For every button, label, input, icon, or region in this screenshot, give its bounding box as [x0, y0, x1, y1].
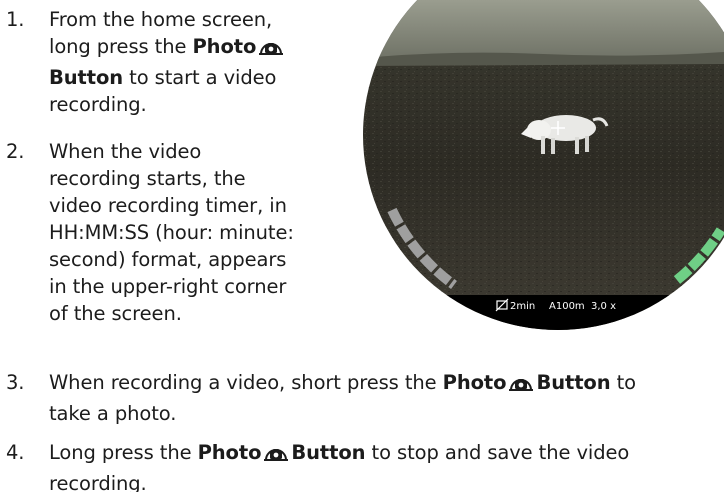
step-line: When recording a video, short press the … — [49, 369, 636, 400]
step-line: long press the Photo — [49, 33, 286, 64]
step-text: When the video recording starts, the video… — [49, 138, 294, 327]
step-4: 4. Long press the Photo Button to stop an… — [6, 439, 724, 492]
bold-term: Photo — [192, 35, 257, 58]
bold-term: Button — [291, 441, 366, 464]
scope-image: 2min A100m 3,0 x — [363, 0, 724, 330]
step-line: HH:MM:SS (hour: minute: — [49, 219, 294, 246]
bold-term: Photo — [442, 371, 507, 394]
bold-term: Photo — [197, 441, 262, 464]
thermal-scope-view: 2min A100m 3,0 x — [363, 0, 724, 330]
step-number: 3. — [6, 371, 25, 394]
step-line: When the video — [49, 138, 294, 165]
status-bar — [363, 295, 724, 330]
manual-page: 1. From the home screen, long press the P… — [0, 0, 724, 492]
text-run: to — [610, 371, 636, 394]
text-run: of the screen. — [49, 302, 182, 325]
step-1: 1. From the home screen, long press the P… — [6, 6, 346, 120]
range-label: A100m — [549, 301, 585, 312]
text-run: to start a video — [123, 66, 277, 89]
text-run: When recording a video, short press the — [49, 371, 443, 394]
text-run: second) format, appears — [49, 248, 287, 271]
bold-term: Button — [536, 371, 611, 394]
photo-button-icon — [508, 371, 534, 400]
step-line: Button to start a video — [49, 64, 286, 91]
step-number: 1. — [6, 8, 25, 31]
step-line: recording. — [49, 91, 286, 118]
step-line: second) format, appears — [49, 246, 294, 273]
step-line: From the home screen, — [49, 6, 286, 33]
step-line: of the screen. — [49, 300, 294, 327]
step-number: 4. — [6, 441, 25, 464]
step-2: 2. When the video recording starts, the vi… — [6, 138, 346, 354]
text-run: HH:MM:SS (hour: minute: — [49, 221, 294, 244]
step-line: take a photo. — [49, 400, 636, 427]
step-line: in the upper-right corner — [49, 273, 294, 300]
bold-term: Button — [49, 66, 124, 89]
zoom-label: 3,0 x — [591, 301, 616, 312]
text-run: take a photo. — [49, 402, 177, 425]
text-run: From the home screen, — [49, 8, 273, 31]
step-text: When recording a video, short press the … — [49, 369, 636, 427]
text-run: to stop and save the video — [365, 441, 630, 464]
text-run: When the video — [49, 140, 202, 163]
step-3: 3. When recording a video, short press t… — [6, 369, 724, 425]
photo-button-icon — [263, 441, 289, 470]
step-line: Long press the Photo Button to stop and s… — [49, 439, 629, 470]
text-run: recording starts, the — [49, 167, 246, 190]
step-line: video recording timer, in — [49, 192, 294, 219]
text-run: long press the — [49, 35, 193, 58]
step-text: Long press the Photo Button to stop and s… — [49, 439, 629, 492]
step-number: 2. — [6, 140, 25, 163]
text-run: recording. — [49, 93, 147, 116]
text-run: in the upper-right corner — [49, 275, 287, 298]
step-line: recording. — [49, 470, 629, 492]
text-run: Long press the — [49, 441, 198, 464]
text-run: recording. — [49, 472, 147, 492]
scope-scene: 2min A100m 3,0 x — [363, 0, 724, 330]
step-line: recording starts, the — [49, 165, 294, 192]
text-run: video recording timer, in — [49, 194, 287, 217]
recording-timer-label: 2min — [510, 301, 535, 312]
photo-button-icon — [258, 35, 284, 64]
step-text: From the home screen, long press the Phot… — [49, 6, 286, 118]
